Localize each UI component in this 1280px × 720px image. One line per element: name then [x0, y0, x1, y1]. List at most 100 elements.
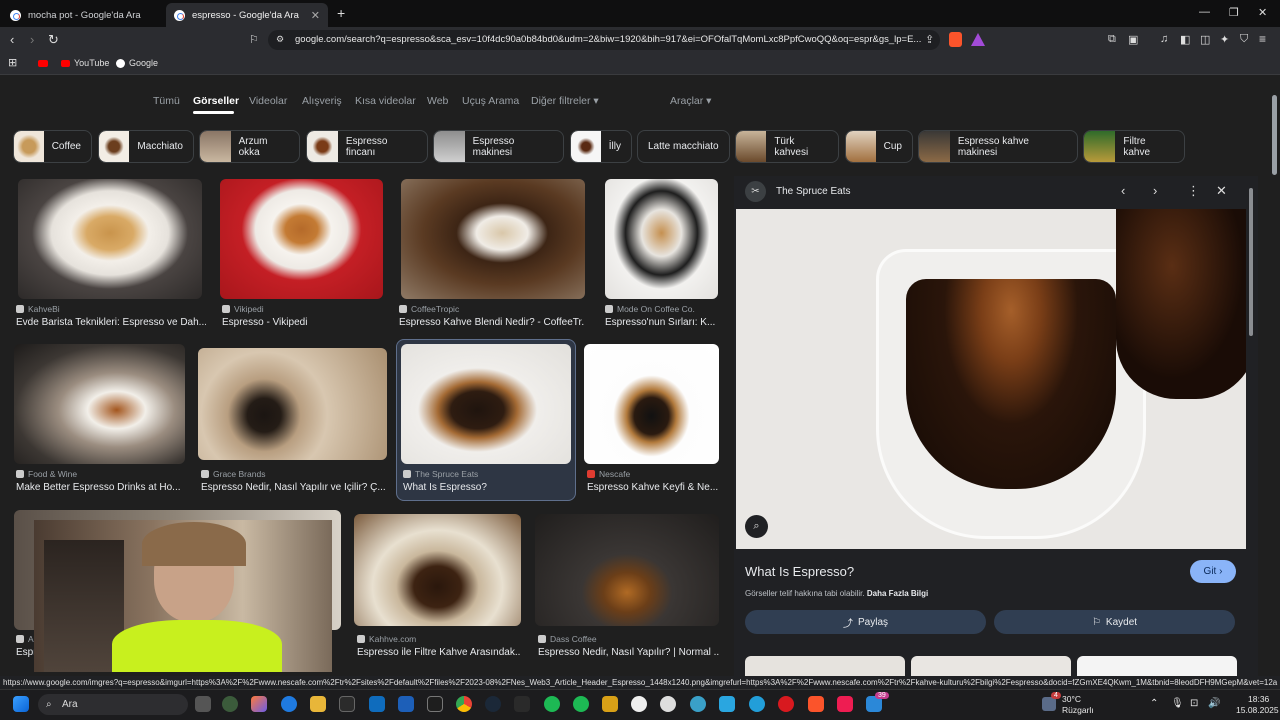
share-icon[interactable]: ⇪	[925, 33, 934, 46]
nav-short-videos[interactable]: Kısa videolar	[355, 95, 416, 107]
share-button[interactable]: ⤴ Paylaş	[745, 610, 986, 634]
app-icon-1[interactable]	[222, 696, 238, 712]
wallet-icon[interactable]: ▣	[1128, 33, 1138, 46]
close-tab-icon[interactable]: ✕	[311, 9, 320, 22]
spotify-icon[interactable]	[544, 696, 560, 712]
result-image-3[interactable]	[401, 179, 585, 299]
new-tab-icon[interactable]: +	[337, 5, 345, 21]
result-source-5[interactable]: Food & Wine	[16, 469, 77, 479]
app-icon-2[interactable]	[251, 696, 267, 712]
leo-ai-icon[interactable]: ✦	[1220, 33, 1229, 46]
tray-chevron-icon[interactable]: ⌃	[1150, 698, 1158, 709]
related-image-1[interactable]	[745, 656, 905, 676]
steam-icon[interactable]	[485, 696, 501, 712]
spotify-alt-icon[interactable]	[573, 696, 589, 712]
nav-tools[interactable]: Araçlar ▾	[670, 95, 711, 107]
chip-filtre-kahve[interactable]: Filtre kahve	[1083, 130, 1185, 163]
result-source-8[interactable]: Nescafe	[587, 469, 630, 479]
chip-latte-macchiato[interactable]: Latte macchiato	[637, 130, 730, 163]
forward-icon[interactable]: ›	[30, 32, 34, 47]
tab-espresso[interactable]: espresso - Google'da Ara ✕	[166, 3, 328, 27]
nav-images[interactable]: Görseller	[193, 95, 239, 107]
reload-icon[interactable]: ↻	[48, 32, 59, 48]
menu-icon[interactable]: ≡	[1259, 32, 1266, 46]
app-icon-6[interactable]	[690, 696, 706, 712]
result-image-11[interactable]	[535, 514, 719, 626]
chip-arzum-okka[interactable]: Arzum okka	[199, 130, 300, 163]
result-image-5[interactable]	[14, 344, 185, 464]
edge-icon[interactable]	[281, 696, 297, 712]
save-button[interactable]: ⚐ Kaydet	[994, 610, 1235, 634]
related-image-2[interactable]	[911, 656, 1071, 676]
outlook-icon[interactable]	[369, 696, 385, 712]
result-source-7[interactable]: The Spruce Eats	[403, 469, 478, 479]
clock-time[interactable]: 18:36	[1248, 694, 1269, 704]
back-icon[interactable]: ‹	[10, 32, 14, 47]
result-source-11[interactable]: Dass Coffee	[538, 634, 597, 644]
result-caption-5[interactable]: Make Better Espresso Drinks at Ho...	[16, 482, 188, 493]
chip-turk-kahvesi[interactable]: Türk kahvesi	[735, 130, 839, 163]
result-source-2[interactable]: Vikipedi	[222, 304, 264, 314]
result-source-1[interactable]: KahveBi	[16, 304, 60, 314]
brave-rewards-icon[interactable]	[971, 33, 985, 46]
weather-temp[interactable]: 30°C	[1062, 694, 1081, 704]
app-icon-7[interactable]	[719, 696, 735, 712]
result-caption-3[interactable]: Espresso Kahve Blendi Nedir? - CoffeeTr.…	[399, 317, 585, 328]
app-icon-5[interactable]	[660, 696, 676, 712]
apps-grid-icon[interactable]: ⊞	[8, 56, 17, 69]
panel-scrollbar[interactable]	[1249, 188, 1253, 336]
brave-icon[interactable]	[808, 696, 824, 712]
chip-espresso-kahve-makinesi[interactable]: Espresso kahve makinesi	[918, 130, 1078, 163]
more-options-icon[interactable]: ⋮	[1187, 183, 1200, 199]
result-caption-1[interactable]: Evde Barista Teknikleri: Espresso ve Dah…	[16, 317, 206, 328]
result-caption-4[interactable]: Espresso'nun Sırları: K...	[605, 317, 720, 328]
lens-search-icon[interactable]: ⌕	[745, 515, 768, 538]
preview-title[interactable]: What Is Espresso?	[745, 564, 854, 579]
bookmark-google[interactable]: Google	[116, 58, 158, 68]
panel-source[interactable]: The Spruce Eats	[776, 186, 850, 197]
opera-icon[interactable]	[778, 696, 794, 712]
restore-icon[interactable]: ❐	[1229, 6, 1239, 19]
result-source-3[interactable]: CoffeeTropic	[399, 304, 459, 314]
result-image-6[interactable]	[198, 348, 387, 460]
result-caption-2[interactable]: Espresso - Vikipedi	[222, 317, 387, 328]
youtube-shortcut-icon[interactable]	[38, 60, 48, 67]
epic-games-icon[interactable]	[514, 696, 530, 712]
next-icon[interactable]: ›	[1153, 183, 1157, 198]
telegram-icon[interactable]	[749, 696, 765, 712]
app-icon-3[interactable]	[602, 696, 618, 712]
nav-all[interactable]: Tümü	[153, 95, 180, 107]
result-image-2[interactable]	[220, 179, 383, 299]
app-icon-4[interactable]	[631, 696, 647, 712]
result-image-4[interactable]	[605, 179, 718, 299]
result-image-7[interactable]	[401, 344, 571, 464]
nav-shopping[interactable]: Alışveriş	[302, 95, 342, 107]
chip-macchiato[interactable]: Macchiato	[98, 130, 194, 163]
close-window-icon[interactable]: ✕	[1258, 6, 1267, 19]
nav-flights[interactable]: Uçuş Arama	[462, 95, 519, 107]
extensions-icon[interactable]: ⧉	[1108, 33, 1116, 46]
chip-cup[interactable]: Cup	[845, 130, 913, 163]
chip-coffee[interactable]: Coffee	[13, 130, 92, 163]
file-explorer-icon[interactable]	[310, 696, 326, 712]
wallet-alt-icon[interactable]: ◫	[1200, 33, 1210, 46]
bookmark-youtube[interactable]: YouTube	[61, 58, 109, 68]
related-image-3[interactable]	[1077, 656, 1237, 676]
result-caption-10[interactable]: Espresso ile Filtre Kahve Arasındak...	[357, 647, 521, 658]
weather-icon[interactable]	[1042, 697, 1056, 711]
previous-icon[interactable]: ‹	[1121, 183, 1125, 198]
network-icon[interactable]: ⊡	[1190, 698, 1198, 709]
result-image-1[interactable]	[18, 179, 202, 299]
media-icon[interactable]: ♫	[1160, 33, 1168, 45]
nav-more-filters[interactable]: Diğer filtreler ▾	[531, 95, 599, 107]
task-view-icon[interactable]	[195, 696, 211, 712]
result-source-4[interactable]: Mode On Coffee Co.	[605, 304, 695, 314]
more-info-link[interactable]: Daha Fazla Bilgi	[867, 589, 928, 598]
windows-start-icon[interactable]	[13, 696, 29, 712]
terminal-icon[interactable]	[427, 696, 443, 712]
volume-icon[interactable]: 🔊	[1208, 698, 1220, 709]
result-source-6[interactable]: Grace Brands	[201, 469, 265, 479]
store-icon[interactable]	[339, 696, 355, 712]
sidebar-icon[interactable]: ◧	[1180, 33, 1190, 46]
taskbar-search[interactable]: ⌕ Ara	[38, 694, 188, 715]
